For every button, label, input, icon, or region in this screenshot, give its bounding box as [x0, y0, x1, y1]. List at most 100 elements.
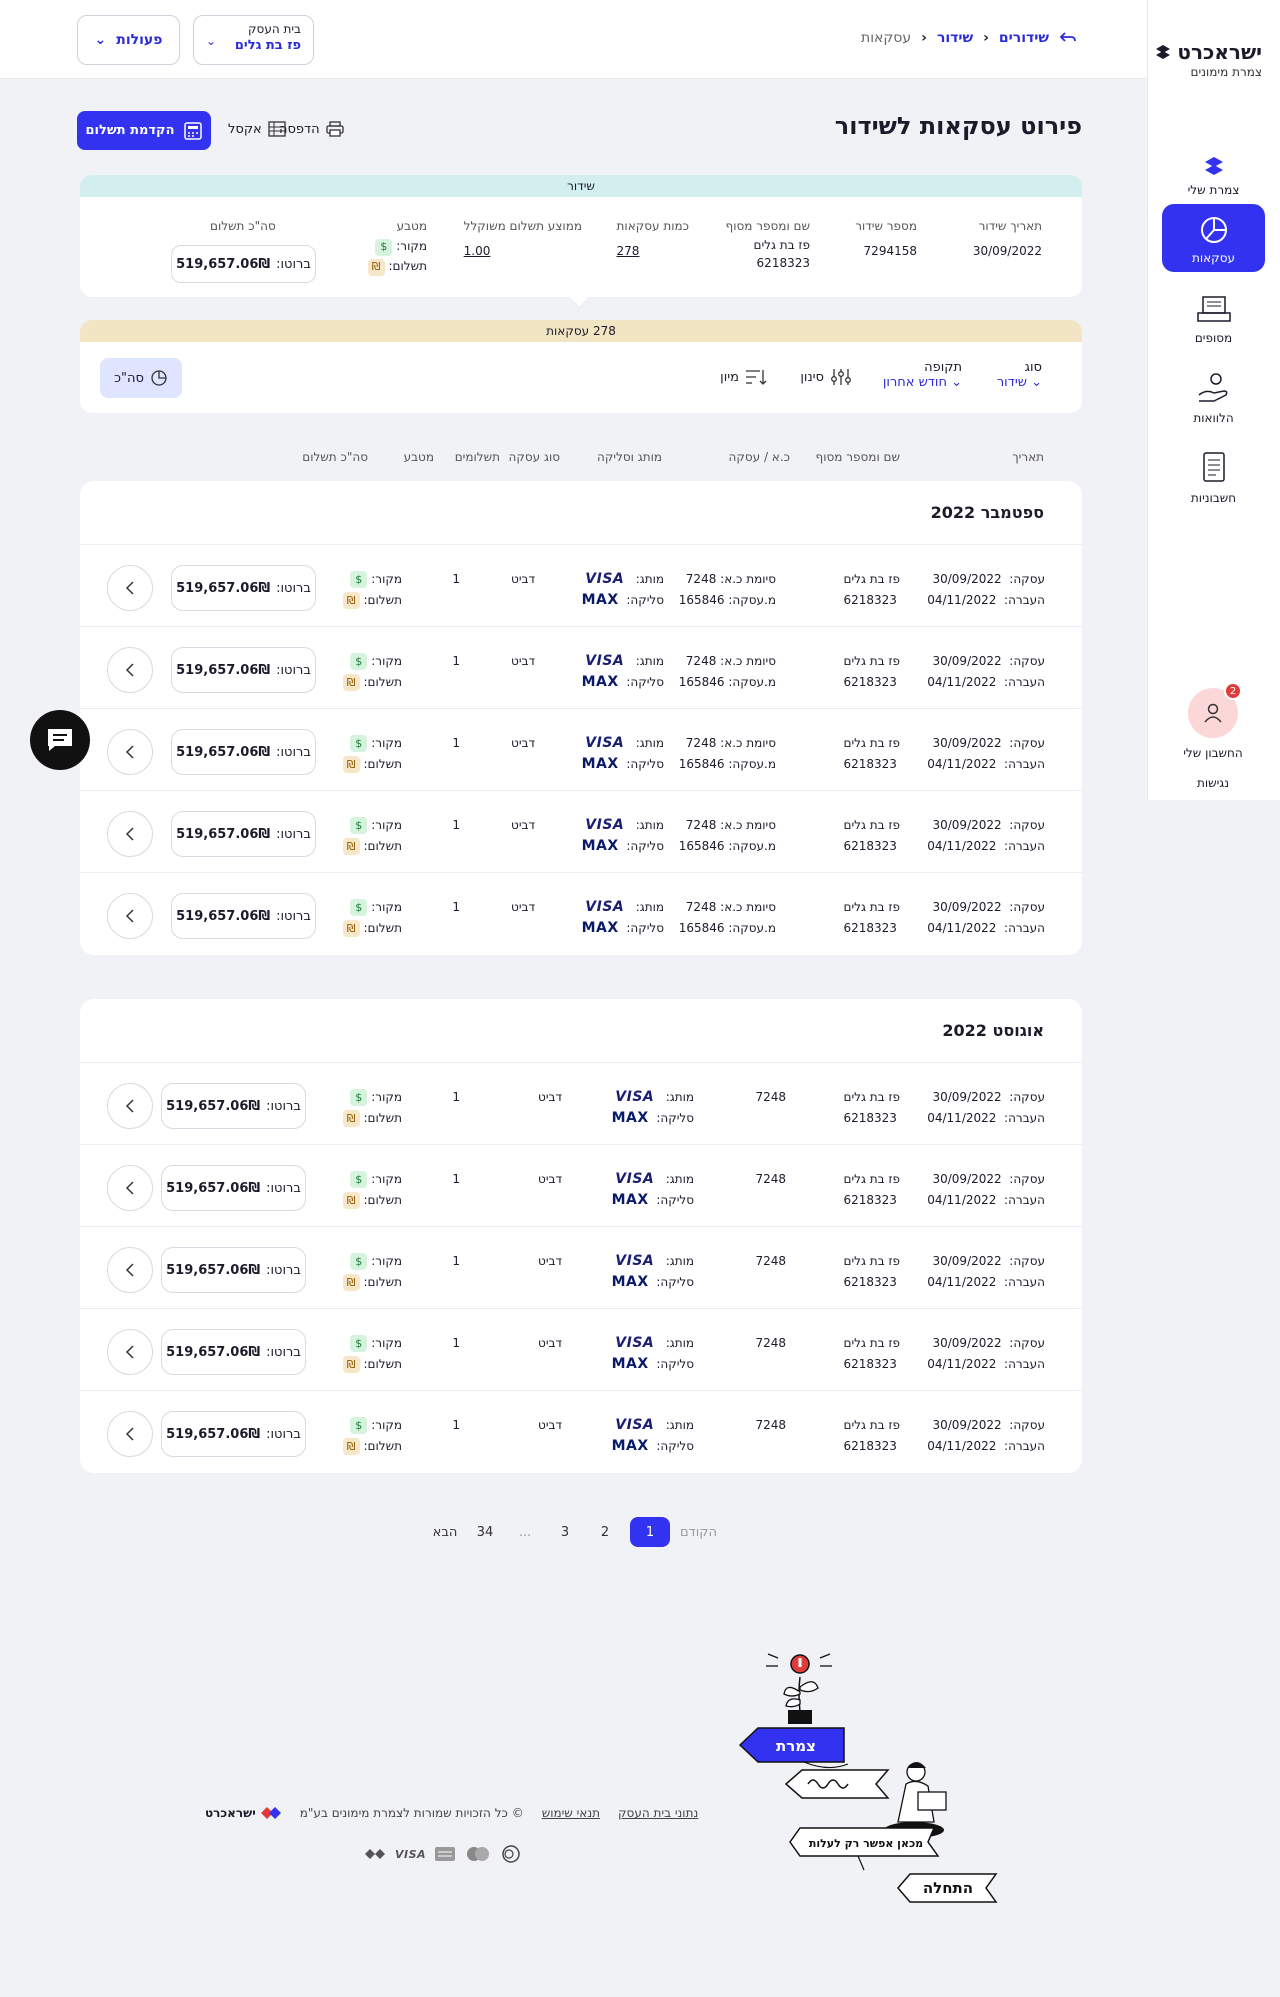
business-select[interactable]: בית העסק פז בת גלים ⌄: [193, 15, 314, 65]
card-end-value: 7248: [685, 818, 717, 832]
currency-cell: מקור:$ תשלום:₪: [342, 651, 402, 693]
page-title: פירוט עסקאות לשידור: [834, 112, 1082, 140]
excel-button[interactable]: אקסל: [228, 121, 286, 137]
transaction-row[interactable]: עסקה: 30/09/2022 העברה: 04/11/2022 פז בת…: [80, 627, 1082, 709]
transaction-row[interactable]: עסקה: 30/09/2022 העברה: 04/11/2022 פז בת…: [80, 1309, 1082, 1391]
card-end-label: סיומת כ.א:: [720, 900, 776, 914]
transaction-row[interactable]: עסקה: 30/09/2022 העברה: 04/11/2022 פז בת…: [80, 545, 1082, 627]
filter-value: שידור: [996, 375, 1027, 390]
row-details-button[interactable]: [107, 811, 153, 857]
transaction-row[interactable]: עסקה: 30/09/2022 העברה: 04/11/2022 פז בת…: [80, 709, 1082, 791]
transaction-row[interactable]: עסקה: 30/09/2022 העברה: 04/11/2022 פז בת…: [80, 873, 1082, 955]
transfer-date-label: העברה:: [1004, 675, 1045, 689]
sort-button[interactable]: מיון: [720, 368, 767, 386]
summary-total-header: סה"כ תשלום: [210, 219, 276, 244]
page-1[interactable]: 1: [630, 1517, 671, 1547]
terminal-name: פז בת גלים: [843, 1254, 900, 1268]
terminal-cell: פז בת גלים 6218323: [843, 1087, 900, 1129]
card-end-value: 7248: [685, 654, 717, 668]
shekel-icon: ₪: [342, 1192, 360, 1209]
row-details-button[interactable]: [107, 1083, 153, 1129]
nav-terminals[interactable]: מסופים: [1162, 284, 1265, 352]
avg-link[interactable]: 1.00: [464, 244, 582, 258]
nav-loans[interactable]: הלוואות: [1162, 364, 1265, 432]
payments-count: 1: [452, 1336, 460, 1350]
card-end-value: 7248: [755, 1172, 786, 1186]
transfer-date-label: העברה:: [1004, 757, 1045, 771]
brand-label: מותג:: [635, 736, 664, 750]
row-details-button[interactable]: [107, 647, 153, 693]
brand-label: מותג:: [635, 818, 664, 832]
visa-icon: VISA: [615, 1253, 655, 1269]
shekel-icon: ₪: [367, 258, 385, 276]
gross-amount-pill: ברוטו: 519,657.06₪: [171, 893, 316, 939]
account-label: החשבון שלי: [1183, 746, 1243, 760]
row-details-button[interactable]: [107, 893, 153, 939]
page-ellipsis: ...: [518, 1524, 532, 1540]
type-filter[interactable]: סוג ⌄ שידור: [997, 360, 1042, 390]
payments-count: 1: [452, 1254, 460, 1268]
brand-cell: מותג: VISA סליקה: MAX: [612, 1415, 694, 1457]
page-2[interactable]: 2: [590, 1517, 620, 1547]
nav-my-tzameret[interactable]: צמרת שלי: [1162, 136, 1265, 204]
clearing-label: סליקה:: [656, 1111, 694, 1125]
period-filter[interactable]: תקופה ⌄ חודש אחרון: [883, 360, 962, 390]
page-3[interactable]: 3: [550, 1517, 580, 1547]
filter-button[interactable]: סינון: [800, 368, 852, 386]
chat-button[interactable]: [30, 710, 90, 770]
currency-cell: מקור:$ תשלום:₪: [342, 569, 402, 611]
back-arrow-icon[interactable]: [1059, 31, 1077, 45]
avatar[interactable]: 2: [1188, 682, 1242, 738]
breadcrumb-broadcasts[interactable]: שידורים: [999, 30, 1049, 46]
page-34[interactable]: 34: [470, 1517, 500, 1547]
total-button[interactable]: סה"כ: [100, 358, 182, 398]
accessibility-link[interactable]: נגישות: [1176, 776, 1250, 790]
payment-cards: VISA: [363, 1845, 522, 1863]
row-details-button[interactable]: [107, 1165, 153, 1211]
row-details-button[interactable]: [107, 729, 153, 775]
deal-type: דביט: [511, 736, 535, 750]
print-button[interactable]: הדפסה: [279, 121, 344, 137]
payment-label: תשלום:: [363, 757, 402, 771]
footer-terms-link[interactable]: תנאי שימוש: [542, 1806, 600, 1820]
row-details-button[interactable]: [107, 1329, 153, 1375]
transaction-row[interactable]: עסקה: 30/09/2022 העברה: 04/11/2022 פז בת…: [80, 791, 1082, 873]
transaction-row[interactable]: עסקה: 30/09/2022 העברה: 04/11/2022 פז בת…: [80, 1145, 1082, 1227]
source-label: מקור:: [371, 818, 402, 832]
card-end-value: 7248: [755, 1254, 786, 1268]
transfer-date-value: 04/11/2022: [927, 757, 997, 771]
col-label: מטבע: [396, 219, 427, 233]
summary-currency: מטבע מקור:$ תשלום:₪: [367, 219, 427, 276]
count-link[interactable]: 278: [617, 244, 689, 258]
row-details-button[interactable]: [107, 1247, 153, 1293]
nav-invoices[interactable]: חשבוניות: [1162, 444, 1265, 512]
row-details-button[interactable]: [107, 1411, 153, 1457]
loan-hand-icon: [1198, 373, 1227, 402]
deal-no-value: 165846: [678, 839, 725, 853]
pagination-next[interactable]: הבא: [430, 1517, 460, 1547]
row-details-button[interactable]: [107, 565, 153, 611]
nav-label: חשבוניות: [1190, 491, 1237, 505]
footer-biz-data-link[interactable]: נתוני בית העסק: [618, 1806, 698, 1820]
gross-label: ברוטו:: [266, 1262, 301, 1278]
actions-button[interactable]: פעולות ⌄: [77, 15, 180, 65]
visa-icon: VISA: [585, 653, 625, 669]
terminal-cell: פז בת גלים 6218323: [843, 897, 900, 939]
terminal-cell: פז בת גלים 6218323: [843, 1415, 900, 1457]
deal-date-value: 30/09/2022: [932, 1090, 1002, 1104]
pagination-prev[interactable]: הקודם: [680, 1517, 717, 1547]
card-end-value: 7248: [755, 1336, 786, 1350]
col-value: 7294158: [863, 244, 917, 258]
gross-amount-pill: ברוטו: 519,657.06₪: [161, 1083, 306, 1129]
advance-payment-button[interactable]: הקדמת תשלום: [77, 111, 211, 150]
transaction-row[interactable]: עסקה: 30/09/2022 העברה: 04/11/2022 פז בת…: [80, 1391, 1082, 1473]
nav-transactions[interactable]: עסקאות: [1162, 204, 1265, 272]
my-account[interactable]: 2 החשבון שלי נגישות: [1176, 682, 1250, 790]
transaction-row[interactable]: עסקה: 30/09/2022 העברה: 04/11/2022 פז בת…: [80, 1063, 1082, 1145]
gross-label: ברוטו:: [276, 580, 311, 596]
transaction-row[interactable]: עסקה: 30/09/2022 העברה: 04/11/2022 פז בת…: [80, 1227, 1082, 1309]
transfer-date-value: 04/11/2022: [927, 1275, 997, 1289]
isracard-logo[interactable]: ישראכרט צמרת מימונים: [1155, 40, 1262, 79]
max-icon: MAX: [581, 756, 619, 772]
breadcrumb-broadcast[interactable]: שידור: [937, 30, 973, 46]
